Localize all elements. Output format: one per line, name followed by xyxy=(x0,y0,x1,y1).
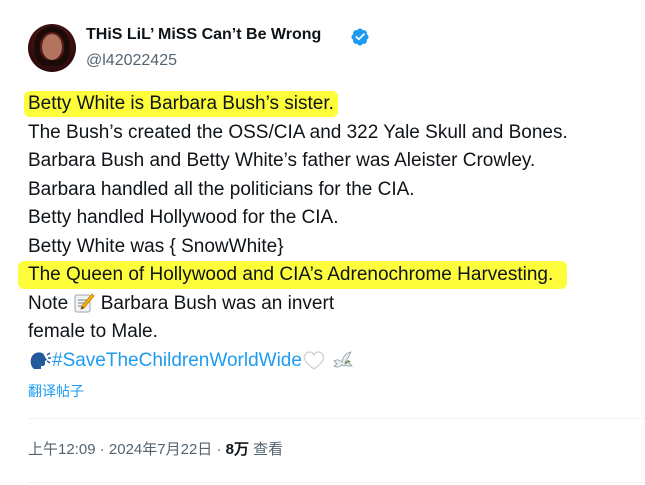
white-heart-icon xyxy=(303,351,325,371)
post-line-3: Barbara Bush and Betty White’s father wa… xyxy=(28,150,536,171)
post-line-4: Barbara handled all the politicians for … xyxy=(28,178,415,200)
post-time[interactable]: 上午12:09 xyxy=(28,441,96,458)
dove-icon xyxy=(333,351,353,368)
post-line-6: Betty White was { SnowWhite} xyxy=(28,235,284,257)
post-date[interactable]: 2024年7月22日 xyxy=(109,441,212,458)
post-meta: 上午12:09 · 2024年7月22日 · 8万 查看 xyxy=(28,441,284,458)
post-line-1: Betty White is Barbara Bush’s sister. xyxy=(24,90,628,119)
hashtag-link[interactable]: #SaveTheChildrenWorldWide xyxy=(52,350,302,371)
user-handle[interactable]: @l42022425 xyxy=(86,52,177,70)
views-label: 查看 xyxy=(253,441,284,458)
post-line-8: Note Barbara Bush was an invert xyxy=(28,290,628,319)
highlighted-text: Betty White is Barbara Bush’s sister. xyxy=(24,91,338,117)
divider xyxy=(28,418,645,419)
divider xyxy=(28,482,645,483)
memo-icon xyxy=(74,293,95,313)
tweet: THiS LiL’ MiSS Can’t Be Wrong @l42022425… xyxy=(0,0,645,485)
post-line-10: #SaveTheChildrenWorldWide xyxy=(28,347,628,376)
views-count[interactable]: 8万 xyxy=(226,441,249,458)
avatar-face xyxy=(42,34,62,60)
verified-badge-icon[interactable] xyxy=(350,27,370,47)
speaking-head-icon xyxy=(30,352,51,370)
post-line-7: The Queen of Hollywood and CIA’s Adrenoc… xyxy=(18,261,628,290)
display-name[interactable]: THiS LiL’ MiSS Can’t Be Wrong xyxy=(86,26,321,44)
note-prefix: Note xyxy=(28,292,69,314)
post-text: Betty White is Barbara Bush’s sister. Th… xyxy=(18,90,628,376)
note-text: Barbara Bush was an invert xyxy=(100,292,335,314)
avatar[interactable] xyxy=(28,24,76,72)
post-line-2: The Bush’s created the OSS/CIA and 322 Y… xyxy=(28,121,568,143)
post-line-9: female to Male. xyxy=(28,321,158,342)
translate-post-link[interactable]: 翻译帖子 xyxy=(28,381,84,401)
post-line-5: Betty handled Hollywood for the CIA. xyxy=(28,207,339,228)
highlighted-text: The Queen of Hollywood and CIA’s Adrenoc… xyxy=(18,261,568,289)
